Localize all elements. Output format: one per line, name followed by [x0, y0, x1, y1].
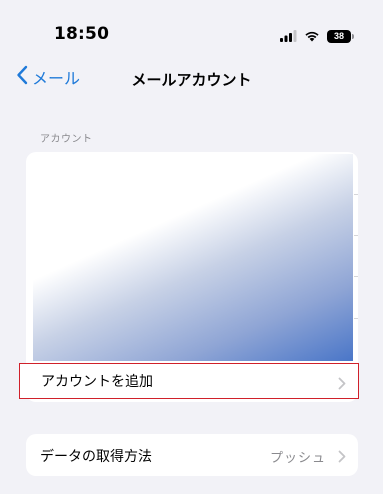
fetch-new-data-value: プッシュ	[269, 451, 326, 466]
status-icons: 38	[280, 27, 354, 46]
battery-icon: 38	[327, 29, 354, 43]
row-divider	[354, 194, 358, 195]
cellular-signal-icon	[280, 27, 297, 46]
fetch-new-data-row[interactable]: データの取得方法 プッシュ	[26, 434, 358, 476]
chevron-right-icon	[338, 375, 346, 394]
status-bar: 18:50 38	[0, 0, 383, 64]
page-title: メールアカウント	[131, 71, 252, 89]
row-divider	[354, 235, 358, 236]
status-time: 18:50	[54, 24, 110, 44]
wifi-icon	[304, 27, 320, 46]
add-account-row[interactable]: アカウントを追加	[19, 363, 359, 399]
row-divider	[354, 318, 358, 319]
chevron-right-icon	[338, 448, 346, 467]
accounts-section-header: アカウント	[40, 134, 93, 145]
redacted-accounts-block	[33, 154, 353, 361]
fetch-new-data-label: データの取得方法	[40, 449, 152, 465]
add-account-label: アカウントを追加	[41, 374, 153, 390]
navigation-bar: メール メールアカウント	[0, 62, 383, 96]
row-divider	[354, 276, 358, 277]
